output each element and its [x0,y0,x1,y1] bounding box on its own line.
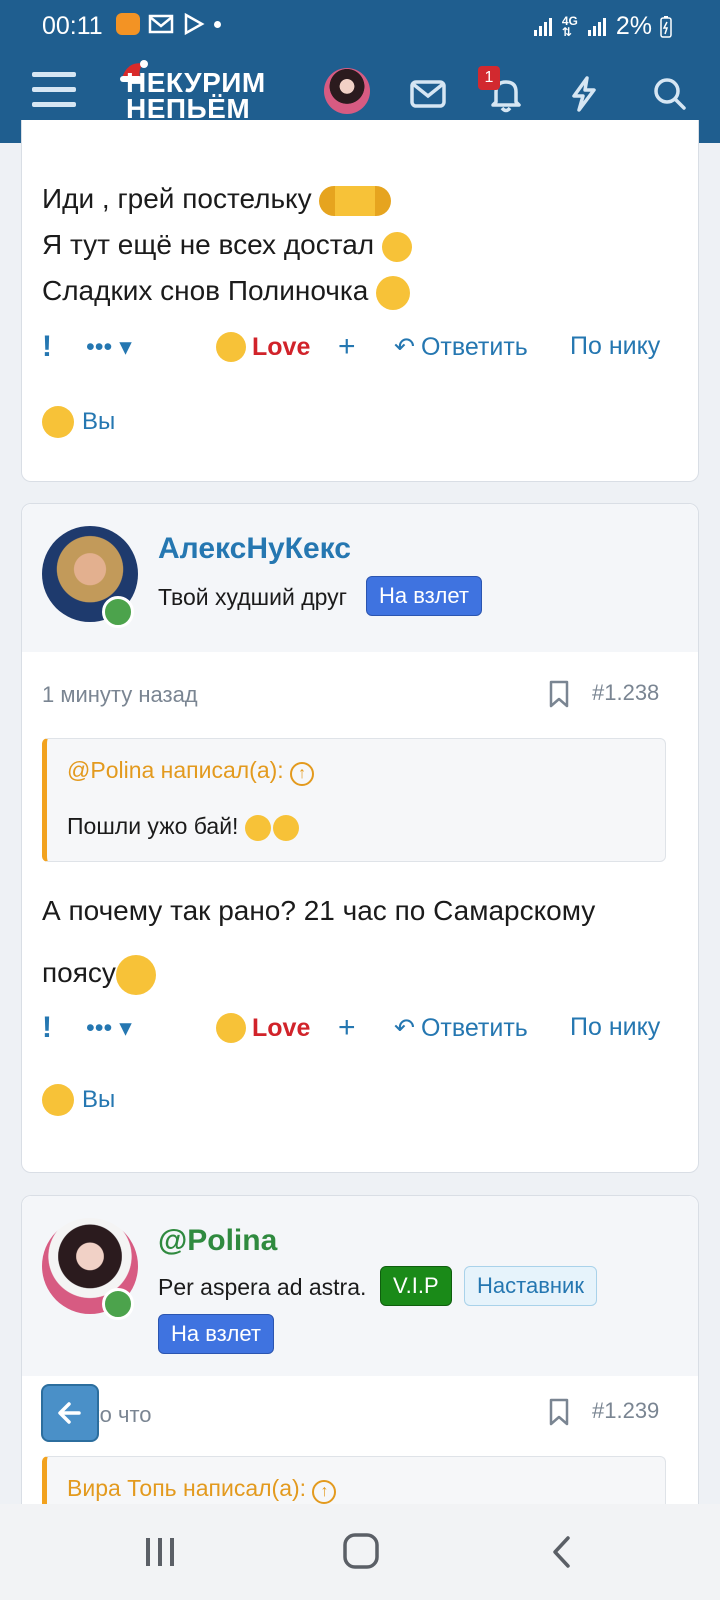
post-body: Иди , грей постельку Я тут ещё не всех д… [42,176,417,314]
reply-by-nick-button[interactable]: По нику [570,332,660,361]
play-store-icon [184,12,205,36]
gmail-icon [148,14,174,34]
quote-text-label: Пошли ужо бай! [67,813,239,839]
bookmark-icon[interactable] [548,1398,570,1426]
reply-label: Ответить [420,332,528,361]
post-time[interactable]: 1 минуту назад [42,682,198,708]
signal-icon-2 [587,17,606,36]
network-4g-icon: 4G ⇅ [561,13,578,39]
reaction-summary[interactable]: Вы [42,406,115,438]
inbox-icon[interactable] [406,72,450,116]
reaction-summary[interactable]: Вы [42,1084,115,1116]
post-number[interactable]: #1.239 [592,1398,659,1424]
report-icon[interactable]: ! [42,330,52,364]
quote-author[interactable]: @Polina написал(а): ↑ [67,757,315,786]
battery-icon [660,15,672,38]
thumbs-laugh-emoji-icon [319,185,392,216]
author-username[interactable]: АлексНуКекс [158,532,351,566]
back-button[interactable] [41,1384,99,1442]
rofl-emoji-icon [377,227,417,266]
app-notification-icon [116,13,140,35]
post-actions: ! ••• ▾ Love + ↶ Ответить По нику [42,330,682,370]
reply-button[interactable]: ↶ Ответить [394,1013,528,1043]
add-reaction-button[interactable]: + [338,330,356,364]
post-card-2: АлексНуКекс Твой худший друг На взлет 1 … [21,503,699,1173]
post-line: Иди , грей постельку [42,183,312,214]
post-number[interactable]: #1.238 [592,680,659,706]
lightning-icon[interactable] [562,72,606,116]
heart-eyes-emoji-icon [42,1084,74,1116]
author-title: Твой худший друг [158,584,348,610]
arrow-left-icon [58,1402,81,1424]
menu-hamburger-icon[interactable] [32,72,76,112]
recent-apps-icon[interactable] [142,1534,178,1570]
reply-icon: ↶ [394,1014,415,1042]
search-icon[interactable] [648,72,692,116]
kiss-emoji-icon [376,275,411,310]
quote-author-label: @Polina написал(а): [67,757,284,783]
post-body: А почему так рано? 21 час по Самарскому … [42,880,595,1004]
author-title: Per aspera ad astra. [158,1274,367,1300]
post-card-3: @Polina Per aspera ad astra. V.I.P Наста… [21,1195,699,1536]
kiss-emoji-icon [272,814,299,841]
logo-line2: НЕПЬЁМ [126,93,251,124]
heart-eyes-emoji-icon [216,1013,246,1043]
bookmark-icon[interactable] [548,680,570,708]
home-icon[interactable] [342,1532,380,1570]
status-time: 00:11 [42,12,103,40]
love-reaction-button[interactable]: Love [216,1013,310,1043]
system-nav-bar [0,1504,720,1600]
reply-button[interactable]: ↶ Ответить [394,332,528,362]
user-tag-vip: V.I.P [380,1266,452,1306]
online-status-icon [102,1288,134,1320]
notification-badge: 1 [478,66,500,90]
thinking-emoji-icon [115,954,156,995]
smirk-emoji-icon [244,814,271,841]
post-card-1: Иди , грей постельку Я тут ещё не всех д… [21,120,699,482]
expand-quote-icon[interactable]: ↑ [290,762,315,786]
reply-label: Ответить [420,1013,528,1042]
status-system-icons: 4G ⇅ 2% [532,12,672,41]
battery-level: 2% [615,12,652,40]
quote-author-label: Вира Топь написал(а): [67,1475,307,1501]
site-logo[interactable]: НЕКУРИМ НЕПЬЁМ [126,69,266,124]
expand-quote-icon[interactable]: ↑ [312,1480,337,1504]
reacted-users: Вы [82,408,116,435]
add-reaction-button[interactable]: + [338,1011,356,1045]
online-status-icon [102,596,134,628]
heart-eyes-emoji-icon [216,332,246,362]
report-icon[interactable]: ! [42,1011,52,1045]
reply-icon: ↶ [394,333,415,361]
post-line: поясу [42,957,116,988]
love-label: Love [252,1013,311,1042]
user-tag-mentor: Наставник [464,1266,597,1306]
user-avatar[interactable] [324,68,370,114]
user-tag-na-vzlet: На взлет [366,576,482,616]
author-username[interactable]: @Polina [158,1224,277,1258]
reply-by-nick-button[interactable]: По нику [570,1013,660,1042]
back-nav-icon[interactable] [548,1534,576,1570]
post-line: Я тут ещё не всех достал [42,229,375,260]
more-options-button[interactable]: ••• ▾ [86,332,132,362]
post-line: А почему так рано? 21 час по Самарскому [42,895,596,926]
love-label: Love [252,332,311,361]
heart-eyes-emoji-icon [42,406,74,438]
post-actions: ! ••• ▾ Love + ↶ Ответить По нику [42,1011,682,1051]
quote-author[interactable]: Вира Топь написал(а): ↑ [67,1475,337,1504]
more-options-button[interactable]: ••• ▾ [86,1013,132,1043]
more-dot-icon [214,20,221,28]
reacted-users: Вы [82,1086,116,1113]
signal-icon [533,17,552,36]
love-reaction-button[interactable]: Love [216,332,310,362]
quote-block: @Polina написал(а): ↑ Пошли ужо бай! [42,738,666,862]
status-notification-icons [116,12,221,36]
user-tag-na-vzlet: На взлет [158,1314,274,1354]
post-line: Сладких снов Полиночка [42,275,369,306]
quote-text: Пошли ужо бай! [67,813,299,841]
